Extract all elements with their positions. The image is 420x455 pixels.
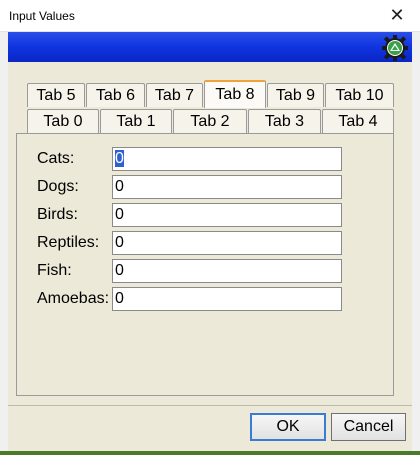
button-separator — [8, 405, 412, 406]
header-banner — [8, 32, 412, 62]
background-bottom — [0, 451, 420, 455]
tab-2[interactable]: Tab 2 — [173, 109, 247, 133]
amoebas-value: 0 — [115, 290, 124, 307]
title-bar[interactable]: Input Values ✕ — [0, 0, 420, 32]
reptiles-field[interactable]: 0 — [112, 231, 342, 255]
birds-value: 0 — [115, 206, 124, 223]
reptiles-label: Reptiles: — [37, 234, 100, 251]
tab-label: Tab 1 — [116, 112, 156, 130]
tab-3[interactable]: Tab 3 — [248, 109, 321, 133]
tab-label: Tab 5 — [36, 86, 76, 104]
dogs-value: 0 — [115, 178, 124, 195]
fish-value: 0 — [115, 262, 124, 279]
close-icon: ✕ — [389, 5, 405, 25]
tab-label: Tab 3 — [264, 112, 305, 130]
tab-4[interactable]: Tab 4 — [322, 109, 394, 133]
tab-label: Tab 9 — [275, 86, 316, 104]
tab-label: Tab 2 — [190, 112, 230, 130]
tab-0[interactable]: Tab 0 — [27, 109, 99, 133]
tab-1[interactable]: Tab 1 — [100, 109, 172, 133]
birds-field[interactable]: 0 — [112, 203, 342, 227]
tab-label: Tab 7 — [154, 86, 195, 104]
fish-label: Fish: — [37, 262, 72, 279]
gear-icon — [382, 35, 408, 61]
amoebas-field[interactable]: 0 — [112, 287, 342, 311]
reptiles-value: 0 — [115, 234, 124, 251]
dogs-label: Dogs: — [37, 178, 79, 195]
cats-field[interactable]: 0 — [112, 147, 342, 171]
window-title: Input Values — [9, 8, 75, 23]
amoebas-label: Amoebas: — [37, 290, 110, 307]
fish-field[interactable]: 0 — [112, 259, 342, 283]
tab-7[interactable]: Tab 7 — [146, 83, 203, 107]
birds-label: Birds: — [37, 206, 78, 223]
tab-label: Tab 0 — [43, 112, 83, 130]
tab-label: Tab 4 — [338, 112, 378, 130]
cats-label: Cats: — [37, 150, 75, 167]
input-values-dialog: Input Values ✕ Tab 5 Tab 6 Tab 7 Tab 8 T… — [0, 0, 420, 451]
tab-label: Tab 6 — [95, 86, 136, 104]
tab-label: Tab 8 — [215, 86, 255, 103]
tab-6[interactable]: Tab 6 — [86, 83, 145, 107]
tab-8[interactable]: Tab 8 — [204, 80, 266, 108]
tab-9[interactable]: Tab 9 — [267, 83, 324, 107]
tab-label: Tab 10 — [335, 86, 384, 104]
tab-5[interactable]: Tab 5 — [27, 83, 85, 107]
dogs-field[interactable]: 0 — [112, 175, 342, 199]
ok-button[interactable]: OK — [250, 413, 326, 441]
tab-10[interactable]: Tab 10 — [325, 83, 394, 107]
close-button[interactable]: ✕ — [374, 0, 420, 31]
cats-value: 0 — [115, 150, 124, 167]
cancel-button[interactable]: Cancel — [331, 413, 406, 441]
